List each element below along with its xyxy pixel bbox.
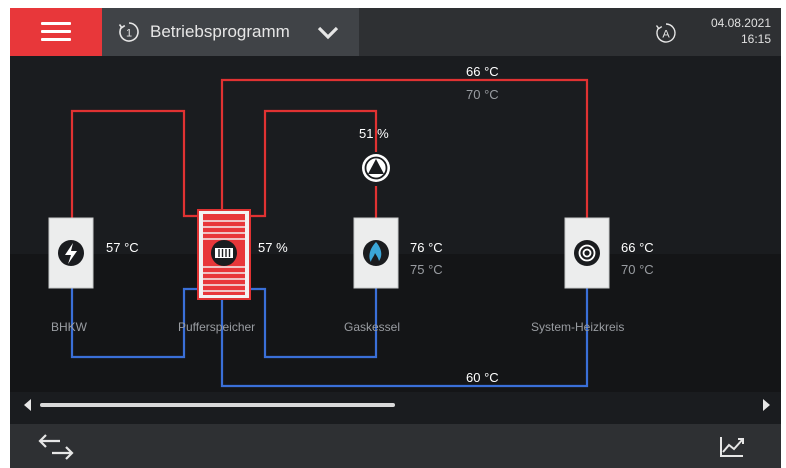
pump-speed: 51 % xyxy=(359,126,389,141)
return-temp: 60 °C xyxy=(466,370,499,385)
svg-text:1: 1 xyxy=(126,28,132,40)
svg-text:A: A xyxy=(662,29,670,41)
scroll-left-arrow-icon[interactable] xyxy=(22,398,32,412)
supply-setpoint: 70 °C xyxy=(466,87,499,102)
date-time: 04.08.2021 16:15 xyxy=(711,15,771,47)
puffer-level: 57 % xyxy=(258,240,288,255)
operating-program-label: Betriebsprogramm xyxy=(150,22,290,41)
gaskessel-temp: 76 °C xyxy=(410,240,443,255)
diagram-lines xyxy=(10,78,781,392)
puffer-label: Pufferspeicher xyxy=(178,320,256,334)
heizkreis-temp: 66 °C xyxy=(621,240,654,255)
supply-temp: 66 °C xyxy=(466,64,499,79)
system-heizkreis-unit[interactable] xyxy=(564,217,610,289)
horizontal-scrollbar-thumb[interactable] xyxy=(40,403,395,407)
hamburger-menu-icon xyxy=(41,22,71,42)
supply-lines xyxy=(70,78,589,218)
program-1-icon: 1 xyxy=(118,22,139,42)
auto-mode-icon[interactable]: A xyxy=(655,22,677,44)
chevron-down-icon xyxy=(317,26,339,40)
heizkreis-label: System-Heizkreis xyxy=(531,320,625,334)
bhkw-label: BHKW xyxy=(51,320,87,334)
menu-button[interactable] xyxy=(10,8,102,56)
hydraulic-diagram: 66 °C 70 °C 51 % 57 °C 57 % 76 °C 75 °C … xyxy=(10,56,781,392)
gaskessel-setpoint: 75 °C xyxy=(410,262,443,277)
pufferspeicher-unit[interactable] xyxy=(197,209,251,300)
operating-program-dropdown[interactable]: 1 Betriebsprogramm xyxy=(102,8,359,56)
date-display: 04.08.2021 xyxy=(710,16,771,30)
pump-icon[interactable] xyxy=(362,154,390,182)
switch-view-arrows-icon[interactable] xyxy=(36,433,78,461)
gaskessel-label: Gaskessel xyxy=(344,320,401,334)
trend-chart-icon[interactable] xyxy=(718,433,746,459)
bottom-bar xyxy=(10,424,781,468)
time-display: 16:15 xyxy=(740,32,771,46)
bhkw-temp: 57 °C xyxy=(106,240,139,255)
screen: 1 Betriebsprogramm A 04.08.2021 16:15 66… xyxy=(10,8,781,468)
bhkw-unit[interactable] xyxy=(48,217,94,289)
gaskessel-unit[interactable] xyxy=(353,217,399,289)
top-bar: 1 Betriebsprogramm A 04.08.2021 16:15 xyxy=(10,8,781,56)
scroll-right-arrow-icon[interactable] xyxy=(762,398,772,412)
heizkreis-setpoint: 70 °C xyxy=(621,262,654,277)
